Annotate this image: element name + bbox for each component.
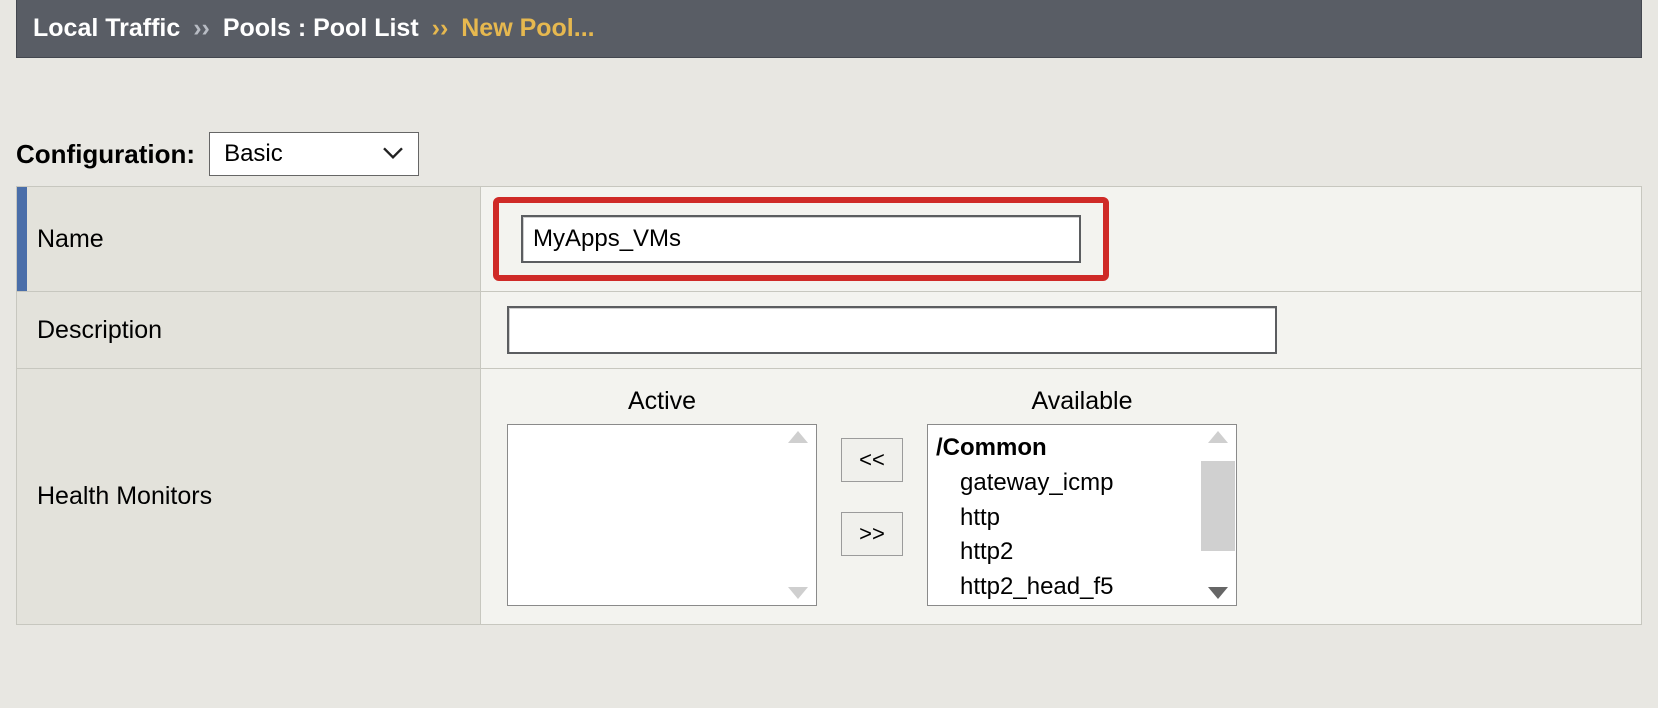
available-header: Available	[927, 387, 1237, 416]
breadcrumb-sep-2: ››	[426, 14, 455, 42]
health-monitors-label: Health Monitors	[17, 369, 481, 625]
move-right-button[interactable]: >>	[841, 512, 903, 556]
name-label: Name	[17, 187, 481, 292]
available-monitors-listbox[interactable]: /Common gateway_icmphttphttp2http2_head_…	[927, 424, 1237, 606]
breadcrumb-current: New Pool...	[461, 14, 594, 42]
available-monitors-col: Available /Common gateway_icmphttphttp2h…	[927, 387, 1237, 606]
breadcrumb-part-1[interactable]: Local Traffic	[33, 14, 180, 42]
active-monitors-listbox[interactable]	[507, 424, 817, 606]
available-group-label: /Common	[936, 431, 1228, 466]
available-monitor-option[interactable]: http	[936, 501, 1228, 536]
chevron-down-icon	[382, 146, 404, 160]
configuration-label: Configuration:	[16, 139, 195, 170]
active-monitors-col: Active	[507, 387, 817, 606]
configuration-select[interactable]: Basic	[209, 132, 419, 176]
description-label: Description	[17, 292, 481, 369]
breadcrumb-part-2[interactable]: Pools : Pool List	[223, 14, 419, 42]
row-name: Name	[17, 187, 1642, 292]
name-input[interactable]	[521, 215, 1081, 263]
breadcrumb-sep-1: ››	[187, 14, 216, 42]
available-monitor-option[interactable]: http2_head_f5	[936, 570, 1228, 605]
configuration-row: Configuration: Basic	[16, 132, 1658, 176]
active-header: Active	[507, 387, 817, 416]
row-health-monitors: Health Monitors Active << >>	[17, 369, 1642, 625]
configuration-select-value: Basic	[224, 140, 283, 168]
available-monitor-option[interactable]: http2	[936, 535, 1228, 570]
health-monitors-wrap: Active << >> Available	[507, 383, 1615, 610]
move-buttons: << >>	[841, 387, 903, 606]
breadcrumb: Local Traffic ›› Pools : Pool List ›› Ne…	[16, 0, 1642, 58]
move-left-button[interactable]: <<	[841, 438, 903, 482]
row-description: Description	[17, 292, 1642, 369]
pool-form-table: Name Description Health Monitors Active	[16, 186, 1642, 625]
available-monitor-option[interactable]: gateway_icmp	[936, 466, 1228, 501]
description-input[interactable]	[507, 306, 1277, 354]
name-highlight-box	[493, 197, 1109, 281]
